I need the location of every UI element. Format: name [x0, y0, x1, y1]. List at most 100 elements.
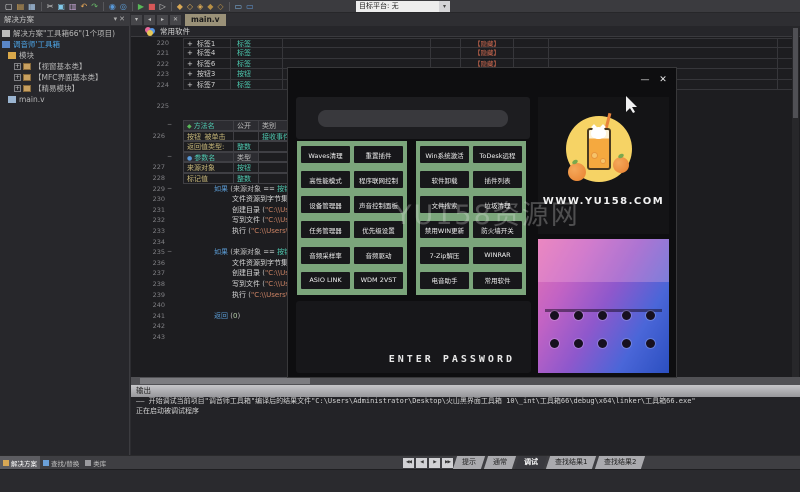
window-2-icon[interactable]: ▭	[246, 2, 254, 11]
fold-marker[interactable]: −	[165, 120, 174, 131]
toolbox-button[interactable]: 程序联网控制	[354, 171, 403, 188]
build-5-icon[interactable]: ◇	[217, 2, 223, 11]
target-platform-combo[interactable]: 目标平台: 无 ▾	[356, 1, 450, 12]
expander-icon[interactable]: +	[187, 81, 193, 89]
toolbox-button[interactable]: ASIO LINK	[301, 272, 350, 289]
expander-icon[interactable]: +	[187, 40, 193, 48]
tab-main-v[interactable]: main.v	[185, 14, 226, 26]
panel-nav-button-2[interactable]: ▶	[429, 458, 440, 468]
solution-panel-title: 解决方案	[4, 15, 34, 24]
tree-item[interactable]: +【精易模块】	[0, 83, 129, 94]
vertical-scrollbar-thumb[interactable]	[793, 28, 798, 118]
close-button[interactable]: ✕	[656, 74, 670, 86]
tab-nav-button-3[interactable]: ✕	[170, 15, 181, 25]
build-1-icon[interactable]: ◆	[177, 2, 183, 11]
vertical-scrollbar[interactable]	[792, 26, 799, 377]
expander-icon[interactable]: +	[14, 74, 21, 81]
window-1-icon[interactable]: ▭	[235, 2, 243, 11]
settings-icon[interactable]: ◎	[120, 2, 127, 11]
expander-icon[interactable]: +	[14, 85, 21, 92]
horizontal-scrollbar[interactable]	[131, 377, 800, 385]
component-name-cell[interactable]: +按钮3	[183, 69, 230, 80]
toolbox-button[interactable]: 插件列表	[473, 171, 522, 188]
build-4-icon[interactable]: ◆	[207, 2, 213, 11]
component-name: 标签1	[197, 40, 215, 48]
close-panel-icon[interactable]: ✕	[119, 15, 127, 23]
toolbox-button[interactable]: 音频驱动	[354, 247, 403, 264]
tree-item[interactable]: 调音师'工具箱	[0, 39, 129, 50]
tree-item[interactable]: main.v	[0, 94, 129, 105]
toolbox-button[interactable]: Win系统激活	[420, 146, 469, 163]
new-icon[interactable]: ▢	[5, 2, 13, 11]
panel-nav-button-0[interactable]: ◀◀	[403, 458, 414, 468]
redo-icon[interactable]: ↷	[91, 2, 98, 11]
code-line: 229−如果 (来源对象 == 按钮3)	[131, 184, 298, 195]
cut-icon[interactable]: ✂	[47, 2, 54, 11]
toolbox-button[interactable]: 常用软件	[473, 272, 522, 289]
paste-icon[interactable]: ▥	[69, 2, 77, 11]
left-tab-1[interactable]: 查找/替换	[40, 456, 82, 469]
run-icon[interactable]: ▶	[138, 2, 144, 11]
save-icon[interactable]: ▦	[28, 2, 36, 11]
toolbox-button[interactable]: 软件卸载	[420, 171, 469, 188]
component-name-cell[interactable]: +标签6	[183, 59, 230, 70]
fold-marker	[165, 332, 174, 343]
toolbox-button[interactable]: ToDesk远程	[473, 146, 522, 163]
toolbox-button[interactable]: 任务管理器	[301, 221, 350, 238]
toolbox-button[interactable]: Waves清理	[301, 146, 350, 163]
component-name-cell[interactable]: + 标签1	[183, 38, 230, 49]
orange-slice-icon	[591, 152, 598, 159]
panel-nav-button-3[interactable]: ▶▶	[442, 458, 453, 468]
left-tab-2[interactable]: 类库	[82, 456, 109, 469]
tab-nav-button-2[interactable]: ▸	[157, 15, 168, 25]
component-name-cell[interactable]: +标签4	[183, 48, 230, 59]
fold-marker[interactable]: −	[165, 247, 174, 258]
expander-icon[interactable]: +	[187, 60, 193, 68]
build-2-icon[interactable]: ◇	[187, 2, 193, 11]
toolbar-separator	[229, 2, 230, 11]
undo-icon[interactable]: ↶	[81, 2, 88, 11]
line-number: 238	[131, 279, 165, 290]
tree-item-label: 调音师'工具箱	[13, 39, 60, 50]
toolbox-button[interactable]: 电音助手	[420, 272, 469, 289]
bottom-tabs: 提示通常调试查找结果1查找结果2	[455, 456, 647, 469]
enter-password-label: ENTER PASSWORD	[389, 354, 515, 365]
open-icon[interactable]: ▤	[17, 2, 25, 11]
expander-icon[interactable]: +	[187, 49, 193, 57]
chevron-down-icon[interactable]: ▾	[439, 1, 450, 12]
panel-tab-0[interactable]: 提示	[453, 456, 485, 469]
copy-icon[interactable]: ▣	[57, 2, 65, 11]
tab-nav-button-0[interactable]: ▾	[131, 15, 142, 25]
panel-tab-1[interactable]: 通常	[484, 456, 516, 469]
toolbox-button[interactable]: 重置插件	[354, 146, 403, 163]
expander-icon[interactable]: +	[14, 63, 21, 70]
tree-item[interactable]: 模块	[0, 50, 129, 61]
toolbox-button[interactable]: WDM 2VST	[354, 272, 403, 289]
tree-item[interactable]: +【MFC界面基本类】	[0, 72, 129, 83]
horizontal-scrollbar-thumb[interactable]	[140, 378, 310, 384]
toolbox-button[interactable]: 高性能模式	[301, 171, 350, 188]
toolbox-button[interactable]: 设备管理器	[301, 196, 350, 213]
build-3-icon[interactable]: ◈	[197, 2, 203, 11]
fold-marker[interactable]: −	[165, 152, 174, 163]
panel-tab-2[interactable]: 调试	[515, 456, 547, 469]
panel-tab-3[interactable]: 查找结果1	[546, 456, 597, 469]
step-icon[interactable]: ▷	[160, 2, 166, 11]
fold-marker[interactable]: −	[165, 184, 174, 195]
toolbox-button[interactable]: 7-Zip解压	[420, 247, 469, 264]
expander-icon[interactable]: +	[187, 70, 193, 78]
panel-tab-4[interactable]: 查找结果2	[595, 456, 646, 469]
tree-item[interactable]: +【视窗基本类】	[0, 61, 129, 72]
fold-marker	[165, 237, 174, 248]
stop-icon[interactable]: ■	[148, 2, 156, 11]
minimize-button[interactable]: —	[638, 74, 652, 86]
search-icon[interactable]: ◉	[109, 2, 116, 11]
left-tab-0[interactable]: 解决方案	[0, 456, 40, 469]
tab-nav-button-1[interactable]: ◂	[144, 15, 155, 25]
toolbox-button[interactable]: WINRAR	[473, 247, 522, 264]
tree-item[interactable]: 解决方案"工具箱66"(1个项目)	[0, 28, 129, 39]
password-input[interactable]	[318, 110, 508, 127]
panel-nav-button-1[interactable]: ◀	[416, 458, 427, 468]
toolbox-button[interactable]: 音频采样率	[301, 247, 350, 264]
component-name-cell[interactable]: +标签7	[183, 80, 230, 91]
